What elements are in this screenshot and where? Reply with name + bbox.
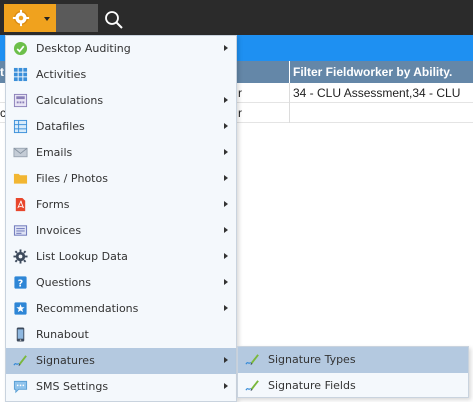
grid-cell: r bbox=[237, 103, 289, 123]
settings-dropdown-menu: Desktop Auditing Activities Calculations bbox=[5, 35, 237, 402]
menu-item-label: Files / Photos bbox=[36, 172, 108, 185]
menu-item-label: Activities bbox=[36, 68, 87, 81]
signatures-submenu: Signature Types Signature Fields bbox=[237, 346, 469, 398]
gear-icon bbox=[12, 9, 30, 27]
signature-icon bbox=[245, 380, 259, 392]
menu-item-label: Datafiles bbox=[36, 120, 85, 133]
calculator-icon bbox=[13, 93, 28, 108]
submenu-item-label: Signature Fields bbox=[268, 379, 356, 392]
menu-item-label: SMS Settings bbox=[36, 380, 109, 393]
submenu-item-signature-types[interactable]: Signature Types bbox=[238, 347, 468, 373]
menu-item-label: List Lookup Data bbox=[36, 250, 128, 263]
toolbar-button[interactable] bbox=[56, 4, 98, 32]
table-icon bbox=[13, 119, 28, 134]
chevron-right-icon bbox=[224, 123, 228, 129]
menu-item-label: Signatures bbox=[36, 354, 95, 367]
grid-cell: r bbox=[237, 83, 289, 103]
chevron-right-icon bbox=[224, 227, 228, 233]
pdf-icon bbox=[15, 197, 26, 212]
menu-item-label: Recommendations bbox=[36, 302, 139, 315]
folder-icon bbox=[13, 173, 28, 184]
submenu-item-signature-fields[interactable]: Signature Fields bbox=[238, 373, 468, 399]
column-divider bbox=[289, 83, 290, 123]
search-icon[interactable] bbox=[104, 10, 124, 30]
menu-item-label: Desktop Auditing bbox=[36, 42, 131, 55]
check-circle-icon bbox=[13, 41, 28, 56]
chevron-right-icon bbox=[224, 97, 228, 103]
chevron-right-icon bbox=[224, 253, 228, 259]
menu-item-sms-settings[interactable]: SMS Settings bbox=[6, 374, 236, 400]
chevron-right-icon bbox=[224, 279, 228, 285]
menu-item-label: Forms bbox=[36, 198, 70, 211]
grid-icon bbox=[13, 67, 28, 82]
menu-item-calculations[interactable]: Calculations bbox=[6, 88, 236, 114]
gear-icon bbox=[13, 249, 28, 264]
menu-item-files-photos[interactable]: Files / Photos bbox=[6, 166, 236, 192]
chevron-right-icon bbox=[224, 357, 228, 363]
envelope-icon bbox=[13, 147, 28, 158]
grid-cell-ability[interactable]: 34 - CLU Assessment,34 - CLU bbox=[290, 83, 473, 103]
menu-item-questions[interactable]: ? Questions bbox=[6, 270, 236, 296]
star-icon bbox=[14, 302, 27, 315]
question-icon: ? bbox=[14, 276, 27, 289]
menu-item-forms[interactable]: Forms bbox=[6, 192, 236, 218]
menu-item-label: Emails bbox=[36, 146, 73, 159]
top-toolbar bbox=[0, 0, 473, 35]
svg-text:?: ? bbox=[18, 278, 23, 289]
chevron-right-icon bbox=[224, 149, 228, 155]
menu-item-recommendations[interactable]: Recommendations bbox=[6, 296, 236, 322]
chevron-right-icon bbox=[224, 383, 228, 389]
menu-item-emails[interactable]: Emails bbox=[6, 140, 236, 166]
signature-icon bbox=[245, 354, 259, 366]
settings-menu-button[interactable] bbox=[4, 4, 56, 32]
chevron-down-icon bbox=[44, 17, 50, 21]
chevron-right-icon bbox=[224, 305, 228, 311]
sms-icon bbox=[13, 380, 28, 394]
menu-item-label: Runabout bbox=[36, 328, 89, 341]
grid-header-ability[interactable]: Filter Fieldworker by Ability. bbox=[290, 61, 473, 83]
invoice-icon bbox=[13, 225, 28, 236]
menu-item-desktop-auditing[interactable]: Desktop Auditing bbox=[6, 36, 236, 62]
menu-item-list-lookup-data[interactable]: List Lookup Data bbox=[6, 244, 236, 270]
grid-cell-ability[interactable] bbox=[290, 103, 473, 123]
signature-icon bbox=[13, 355, 27, 367]
menu-item-label: Calculations bbox=[36, 94, 104, 107]
menu-item-activities[interactable]: Activities bbox=[6, 62, 236, 88]
phone-icon bbox=[16, 327, 25, 342]
submenu-item-label: Signature Types bbox=[268, 353, 356, 366]
menu-item-runabout[interactable]: Runabout bbox=[6, 322, 236, 348]
menu-item-invoices[interactable]: Invoices bbox=[6, 218, 236, 244]
menu-item-label: Questions bbox=[36, 276, 91, 289]
menu-item-signatures[interactable]: Signatures bbox=[6, 348, 236, 374]
menu-item-label: Invoices bbox=[36, 224, 82, 237]
chevron-right-icon bbox=[224, 201, 228, 207]
menu-item-datafiles[interactable]: Datafiles bbox=[6, 114, 236, 140]
chevron-right-icon bbox=[224, 45, 228, 51]
chevron-right-icon bbox=[224, 175, 228, 181]
